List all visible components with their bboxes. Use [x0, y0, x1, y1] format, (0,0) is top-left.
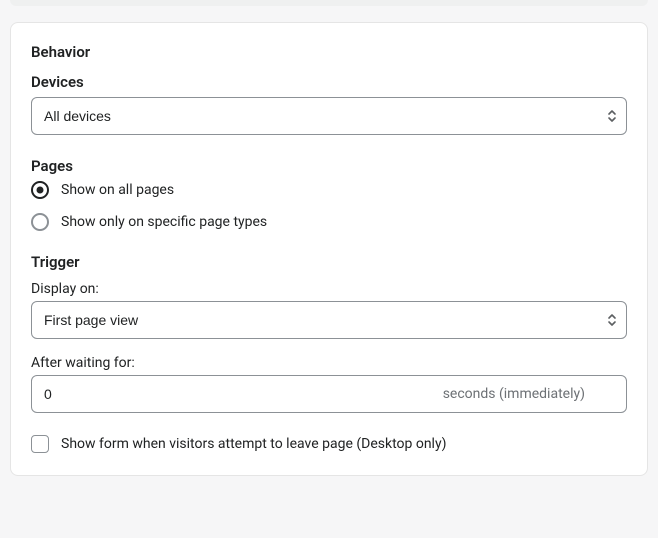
pages-radio-specific[interactable]: Show only on specific page types — [31, 213, 627, 231]
after-waiting-wrap: seconds (immediately) — [31, 375, 627, 413]
trigger-label: Trigger — [31, 253, 627, 271]
pages-radio-all-label: Show on all pages — [61, 182, 174, 198]
exit-intent-label: Show form when visitors attempt to leave… — [61, 436, 446, 452]
exit-intent-checkbox-row[interactable]: Show form when visitors attempt to leave… — [31, 435, 627, 453]
display-on-select-wrap: First page view — [31, 301, 627, 339]
after-waiting-input[interactable] — [31, 375, 627, 413]
pages-label: Pages — [31, 157, 627, 175]
devices-select[interactable]: All devices — [31, 97, 627, 135]
radio-icon — [31, 181, 49, 199]
behavior-title: Behavior — [31, 43, 627, 61]
previous-card-edge — [10, 0, 648, 6]
display-on-select[interactable]: First page view — [31, 301, 627, 339]
behavior-card: Behavior Devices All devices Pages Show … — [10, 22, 648, 476]
pages-radio-group: Show on all pages Show only on specific … — [31, 181, 627, 231]
checkbox-icon — [31, 435, 49, 453]
devices-label: Devices — [31, 73, 627, 91]
after-waiting-label: After waiting for: — [31, 355, 627, 371]
pages-radio-specific-label: Show only on specific page types — [61, 214, 267, 230]
pages-radio-all[interactable]: Show on all pages — [31, 181, 627, 199]
trigger-section: Trigger Display on: First page view Afte… — [31, 253, 627, 453]
devices-select-wrap: All devices — [31, 97, 627, 135]
display-on-label: Display on: — [31, 281, 627, 297]
radio-icon — [31, 213, 49, 231]
